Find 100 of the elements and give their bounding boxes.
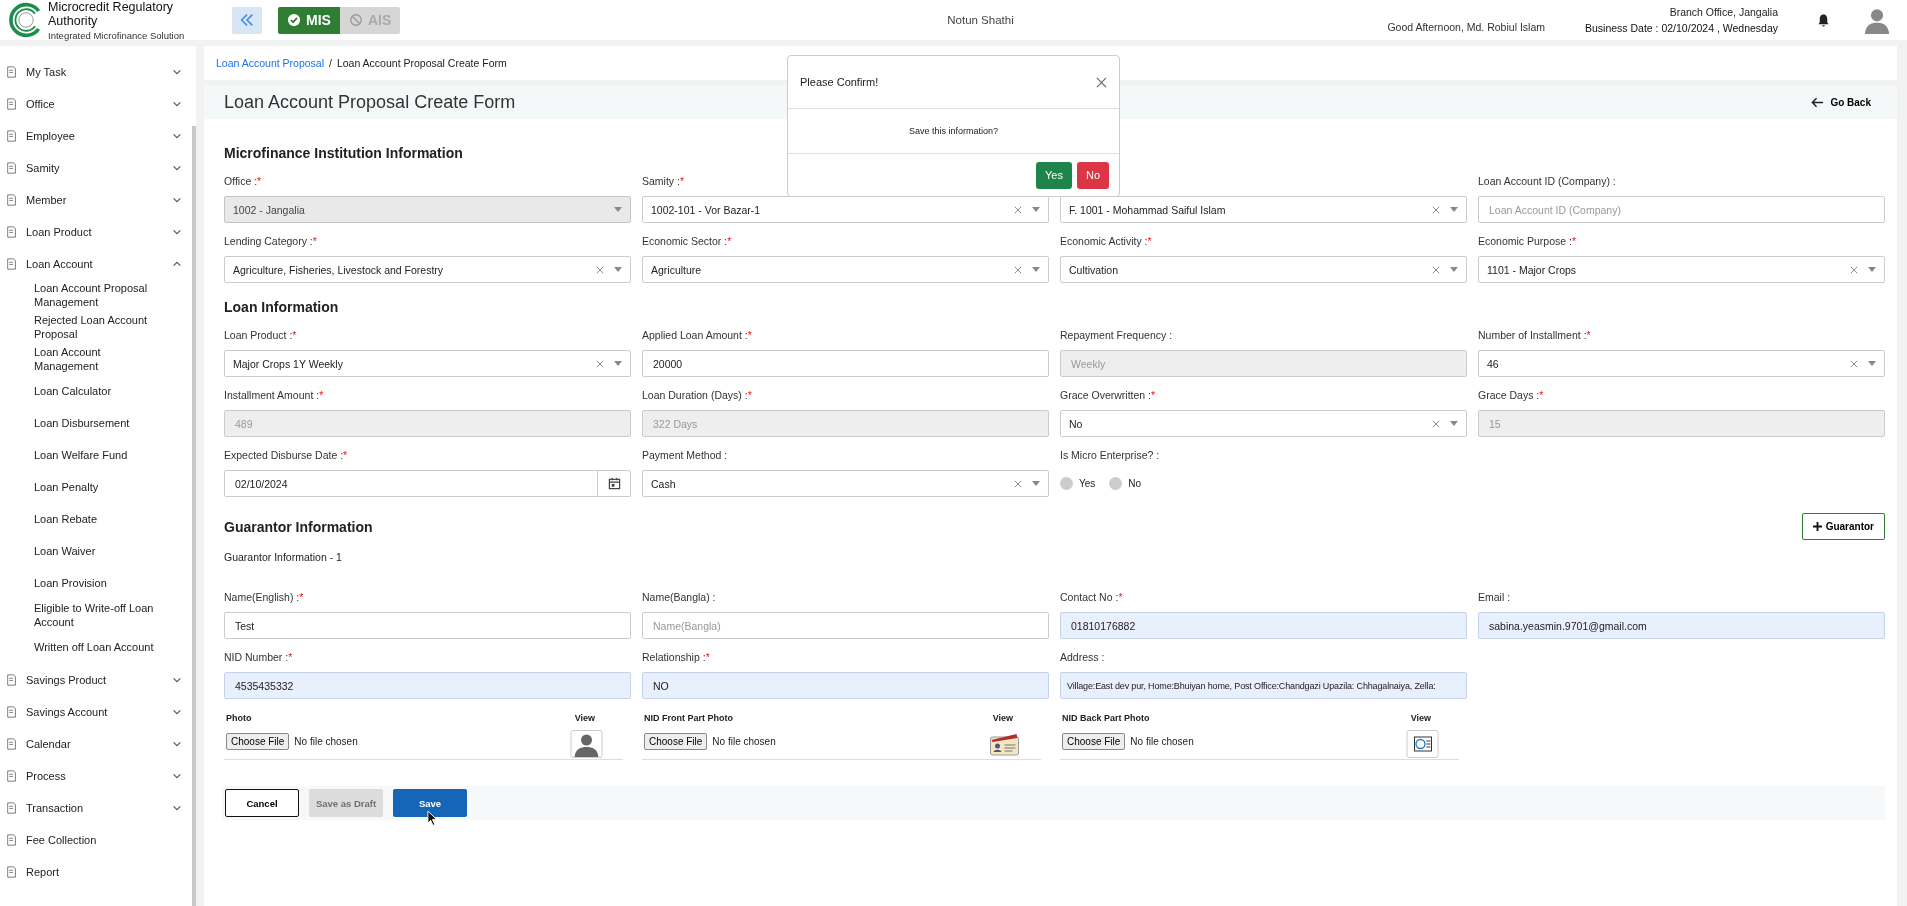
clear-icon[interactable] xyxy=(1432,205,1440,214)
notification-bell-icon[interactable] xyxy=(1816,12,1831,28)
document-icon xyxy=(6,258,18,270)
caret-icon xyxy=(614,207,622,212)
choose-file-button[interactable]: Choose File xyxy=(644,732,708,750)
sidebar-subitem[interactable]: Written off Loan Account xyxy=(0,632,172,664)
sidebar-item[interactable]: Office xyxy=(0,88,192,120)
sidebar-item[interactable]: Report xyxy=(0,856,192,888)
choose-file-button[interactable]: Choose File xyxy=(1062,732,1126,750)
clear-icon[interactable] xyxy=(1014,205,1022,214)
module-toggle[interactable]: MIS xyxy=(278,6,340,34)
input-field[interactable]: 01810176882 xyxy=(1060,612,1467,639)
input-field[interactable]: Loan Account ID (Company) xyxy=(1478,196,1885,223)
sidebar-subitem[interactable]: Loan Waiver xyxy=(0,536,172,568)
sidebar-item[interactable]: Fee Collection xyxy=(0,824,192,856)
clear-icon[interactable] xyxy=(1850,359,1858,368)
select-field[interactable]: 1101 - Major Crops xyxy=(1478,256,1885,283)
field-label: Applied Loan Amount :* xyxy=(642,329,753,343)
sidebar-item[interactable]: Savings Account xyxy=(0,696,192,728)
field-label: Economic Purpose :* xyxy=(1478,235,1578,249)
date-field[interactable]: 02/10/2024 xyxy=(224,470,631,497)
document-icon xyxy=(6,706,18,718)
select-field[interactable]: 1002-101 - Vor Bazar-1 xyxy=(642,196,1049,223)
collapse-sidebar-button[interactable] xyxy=(232,6,262,34)
field-label: Office :* xyxy=(224,175,263,189)
field-label: Grace Days :* xyxy=(1478,389,1545,403)
choose-file-button[interactable]: Choose File xyxy=(226,732,290,750)
scan-document-icon[interactable] xyxy=(1406,730,1439,758)
select-field[interactable]: 46 xyxy=(1478,350,1885,377)
sidebar-item[interactable]: Member xyxy=(0,184,192,216)
input-field[interactable]: NO xyxy=(642,672,1049,699)
dialog-button[interactable]: No xyxy=(1076,161,1109,189)
clear-icon[interactable] xyxy=(1432,265,1440,274)
sidebar-subitem[interactable]: Loan Calculator xyxy=(0,376,172,408)
input-field[interactable]: 4535435332 xyxy=(224,672,631,699)
sidebar-item[interactable]: Transaction xyxy=(0,792,192,824)
check-circle-icon xyxy=(287,13,301,27)
sidebar-subitem[interactable]: Rejected Loan Account Proposal xyxy=(0,312,172,344)
sidebar-item[interactable]: Employee xyxy=(0,120,192,152)
input-field[interactable]: 20000 xyxy=(642,350,1049,377)
input-field[interactable]: Test xyxy=(224,612,631,639)
caret-icon xyxy=(1450,207,1458,212)
sidebar-item[interactable]: Loan Product xyxy=(0,216,192,248)
input-field[interactable]: Name(Bangla) xyxy=(642,612,1049,639)
field-label: Name(English) :* xyxy=(224,591,305,605)
field-label: Number of Installment :* xyxy=(1478,329,1592,343)
select-field[interactable]: Cultivation xyxy=(1060,256,1467,283)
caret-icon xyxy=(1868,267,1876,272)
sidebar-subitem[interactable]: Loan Rebate xyxy=(0,504,172,536)
sidebar-item[interactable]: My Task xyxy=(0,56,192,88)
user-avatar-icon[interactable] xyxy=(1863,6,1891,34)
radio-option[interactable]: Yes xyxy=(1060,477,1096,490)
dialog-button[interactable]: Yes xyxy=(1036,161,1072,189)
select-field[interactable]: Agriculture xyxy=(642,256,1049,283)
clear-icon[interactable] xyxy=(1014,479,1022,488)
clear-icon[interactable] xyxy=(1432,419,1440,428)
input-field[interactable]: sabina.yeasmin.9701@gmail.com xyxy=(1478,612,1885,639)
sidebar-subitem[interactable]: Loan Account Proposal Management xyxy=(0,280,172,312)
sidebar-item[interactable]: Process xyxy=(0,760,192,792)
breadcrumb-link[interactable]: Loan Account Proposal xyxy=(216,57,324,69)
select-field[interactable]: F. 1001 - Mohammad Saiful Islam xyxy=(1060,196,1467,223)
clear-icon[interactable] xyxy=(1014,265,1022,274)
clear-icon[interactable] xyxy=(596,265,604,274)
sidebar-subitem[interactable]: Loan Account Management xyxy=(0,344,172,376)
sidebar-item[interactable]: Loan Account xyxy=(0,248,192,280)
dialog-title: Please Confirm! xyxy=(800,76,879,88)
caret-icon xyxy=(1032,207,1040,212)
field-label: NID Number :* xyxy=(224,651,294,665)
select-field[interactable]: No xyxy=(1060,410,1467,437)
sidebar-item[interactable]: Calendar xyxy=(0,728,192,760)
sidebar-subitem[interactable]: Loan Penalty xyxy=(0,472,172,504)
sidebar-item[interactable]: Samity xyxy=(0,152,192,184)
clear-icon[interactable] xyxy=(1850,265,1858,274)
document-icon xyxy=(6,130,18,142)
calendar-icon[interactable] xyxy=(607,477,621,490)
close-icon[interactable] xyxy=(1096,76,1107,88)
person-silhouette-icon[interactable] xyxy=(570,730,603,758)
sidebar-subitem[interactable]: Loan Disbursement xyxy=(0,408,172,440)
select-field[interactable]: Cash xyxy=(642,470,1049,497)
select-field[interactable]: Major Crops 1Y Weekly xyxy=(224,350,631,377)
arrow-left-icon xyxy=(1811,95,1825,109)
greeting-text: Good Afternoon, Md. Robiul Islam xyxy=(1387,21,1545,33)
go-back-button[interactable]: Go Back xyxy=(1805,94,1877,110)
select-field[interactable]: Agriculture, Fisheries, Livestock and Forestry xyxy=(224,256,631,283)
sidebar-subitem[interactable]: Loan Welfare Fund xyxy=(0,440,172,472)
view-label: View xyxy=(574,713,595,723)
sidebar-subitem[interactable]: Eligible to Write-off Loan Account xyxy=(0,600,172,632)
clear-icon[interactable] xyxy=(596,359,604,368)
scrollbar[interactable] xyxy=(192,126,196,906)
radio-option[interactable]: No xyxy=(1109,477,1142,490)
form-action-button[interactable]: Save xyxy=(393,789,467,817)
document-icon xyxy=(6,162,18,174)
sidebar-subitem[interactable]: Loan Provision xyxy=(0,568,172,600)
file-status: No file chosen xyxy=(1130,735,1195,747)
sidebar-item[interactable]: Savings Product xyxy=(0,664,192,696)
caret-icon xyxy=(1032,267,1040,272)
add-guarantor-button[interactable]: Guarantor xyxy=(1801,512,1885,540)
plus-icon xyxy=(1812,521,1822,531)
form-action-button[interactable]: Cancel xyxy=(225,789,299,817)
input-field[interactable]: Village:East dev pur, Home:Bhuiyan home, Post Office:Chandgazi Upazila: Chhagalnaiya, Zella: xyxy=(1060,672,1467,699)
